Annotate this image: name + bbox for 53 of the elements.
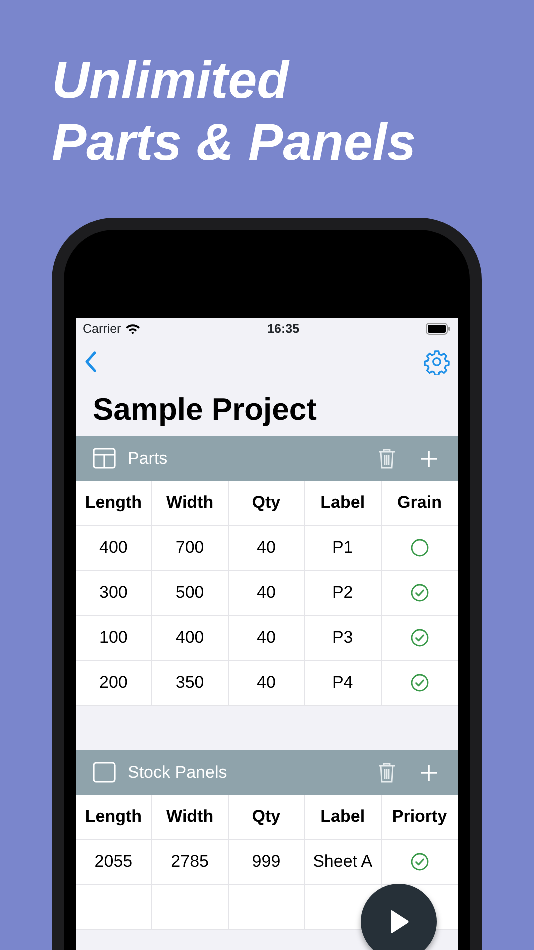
table-cell[interactable]: 100 <box>76 616 152 660</box>
table-cell[interactable]: 999 <box>228 840 306 884</box>
checkmark-icon[interactable] <box>410 584 429 602</box>
column-header: Width <box>152 481 229 525</box>
column-header: Label <box>305 481 382 525</box>
column-header: Qty <box>228 481 306 525</box>
table-cell[interactable]: 300 <box>76 571 152 615</box>
column-header: Label <box>305 795 382 839</box>
add-icon[interactable] <box>420 764 438 782</box>
carrier-label: Carrier <box>83 320 122 338</box>
table-cell[interactable]: 350 <box>152 661 229 705</box>
trash-icon[interactable] <box>378 448 396 470</box>
add-icon[interactable] <box>420 450 438 468</box>
table-cell[interactable]: 40 <box>228 526 306 570</box>
table-cell[interactable]: 2785 <box>152 840 229 884</box>
checkmark-icon[interactable] <box>410 629 429 647</box>
table-cell[interactable]: P4 <box>305 661 382 705</box>
play-icon <box>388 909 410 935</box>
status-time: 16:35 <box>268 320 300 338</box>
back-icon[interactable] <box>84 351 98 373</box>
table-cell[interactable]: 400 <box>152 616 229 660</box>
square-icon <box>93 762 116 783</box>
checkmark-icon[interactable] <box>410 674 429 692</box>
settings-icon[interactable] <box>424 349 450 375</box>
headline: Unlimited <box>52 51 289 112</box>
table-cell[interactable]: P3 <box>305 616 382 660</box>
section-title: Parts <box>128 448 168 470</box>
table-cell[interactable]: 40 <box>228 571 306 615</box>
column-header: Grain <box>396 492 443 514</box>
headline: Parts & Panels <box>52 113 416 174</box>
table-cell[interactable]: 2055 <box>76 840 152 884</box>
table-cell[interactable]: 200 <box>76 661 152 705</box>
column-header: Length <box>76 795 152 839</box>
table-cell[interactable]: Sheet A <box>305 840 382 884</box>
wifi-icon <box>125 323 142 335</box>
trash-icon[interactable] <box>378 762 396 784</box>
table-cell[interactable]: 700 <box>152 526 229 570</box>
section-title: Stock Panels <box>128 762 228 784</box>
column-header: Qty <box>228 795 306 839</box>
table-icon <box>93 448 116 469</box>
column-header: Length <box>76 481 152 525</box>
table-cell[interactable]: P1 <box>305 526 382 570</box>
table-cell[interactable]: 40 <box>228 616 306 660</box>
checkmark-icon[interactable] <box>410 853 429 871</box>
table-cell[interactable]: P2 <box>305 571 382 615</box>
table-cell[interactable]: 40 <box>228 661 306 705</box>
table-cell[interactable]: 400 <box>76 526 152 570</box>
column-header: Priorty <box>391 806 448 828</box>
column-header: Width <box>152 795 229 839</box>
empty-circle-icon[interactable] <box>410 539 429 557</box>
project-title: Sample Project <box>92 391 317 429</box>
table-cell[interactable]: 500 <box>152 571 229 615</box>
battery-icon <box>426 323 451 335</box>
